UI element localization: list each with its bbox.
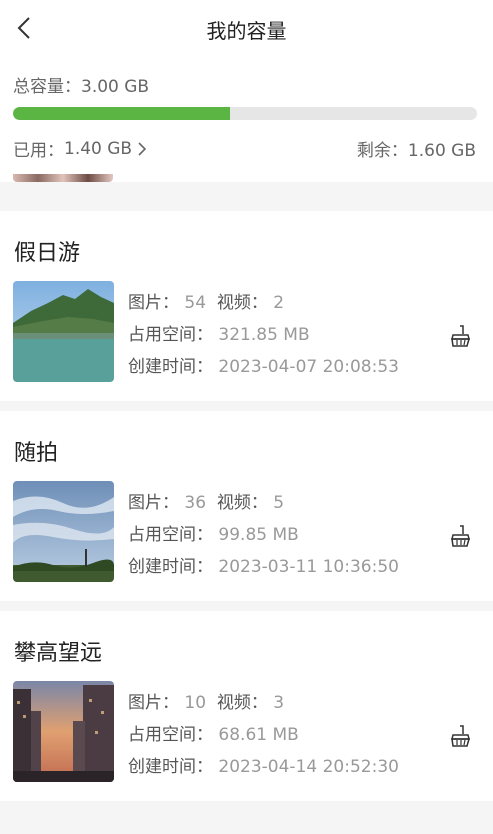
- album-created: 创建时间： 2023-03-11 10:36:50: [128, 552, 399, 577]
- space-value: 99.85 MB: [218, 525, 299, 545]
- album-thumbnail[interactable]: [13, 281, 114, 382]
- created-label: 创建时间：: [128, 557, 213, 577]
- album-card[interactable]: 攀高望远 图片： 10 视频： 3 占用空间： 68.61 MB 创建时间： 2…: [0, 611, 493, 801]
- broom-icon: [451, 725, 470, 747]
- album-space: 占用空间： 99.85 MB: [128, 520, 299, 545]
- album-title: 随拍: [14, 441, 59, 466]
- photos-label: 图片：: [128, 693, 179, 713]
- created-value: 2023-03-11 10:36:50: [218, 557, 399, 577]
- broom-icon: [451, 325, 470, 347]
- video-count: 5: [273, 493, 285, 513]
- album-title: 假日游: [14, 241, 81, 266]
- remaining-capacity-label: 剩余：: [356, 141, 408, 161]
- photos-label: 图片：: [128, 493, 179, 513]
- video-count: 3: [273, 693, 285, 713]
- chevron-right-icon: [138, 141, 147, 156]
- album-cover-image: [13, 481, 114, 582]
- album-cover-image: [13, 281, 114, 382]
- remaining-capacity-value: 1.60 GB: [407, 141, 476, 161]
- videos-label: 视频：: [216, 493, 268, 513]
- album-thumbnail[interactable]: [13, 481, 114, 582]
- album-created: 创建时间： 2023-04-14 20:52:30: [128, 752, 399, 777]
- album-counts: 图片： 54 视频： 2: [128, 288, 284, 313]
- created-value: 2023-04-07 20:08:53: [218, 357, 399, 377]
- photo-count: 10: [184, 693, 207, 713]
- album-card[interactable]: 随拍 图片： 36 视频： 5 占用空间： 99.85 MB 创建时间： 202…: [0, 411, 493, 601]
- space-value: 321.85 MB: [218, 325, 310, 345]
- album-thumbnail[interactable]: [13, 681, 114, 782]
- videos-label: 视频：: [216, 693, 268, 713]
- album-created: 创建时间： 2023-04-07 20:08:53: [128, 352, 399, 377]
- created-label: 创建时间：: [128, 757, 213, 777]
- space-label: 占用空间：: [128, 725, 213, 745]
- album-space: 占用空间： 321.85 MB: [128, 320, 310, 345]
- album-card[interactable]: 假日游 图片： 54 视频： 2 占用空间： 321.85 MB 创建时间： 2…: [0, 211, 493, 401]
- created-label: 创建时间：: [128, 357, 213, 377]
- used-capacity-value: 1.40 GB: [64, 138, 133, 159]
- remaining-capacity: 剩余：1.60 GB: [357, 136, 476, 161]
- clean-button[interactable]: [447, 323, 473, 349]
- space-label: 占用空间：: [128, 525, 213, 545]
- created-value: 2023-04-14 20:52:30: [218, 757, 399, 777]
- photo-count: 54: [184, 293, 207, 313]
- album-cover-image: [13, 681, 114, 782]
- top-bar: 我的容量: [0, 0, 493, 56]
- clean-button[interactable]: [447, 723, 473, 749]
- used-capacity-label: 已用：: [13, 141, 64, 161]
- page-title: 我的容量: [206, 19, 287, 43]
- album-thumbnail-peek: [13, 174, 113, 182]
- video-count: 2: [273, 293, 285, 313]
- total-capacity-value: 3.00 GB: [81, 77, 150, 97]
- album-counts: 图片： 10 视频： 3: [128, 688, 284, 713]
- videos-label: 视频：: [216, 293, 268, 313]
- total-capacity: 总容量：3.00 GB: [13, 72, 149, 97]
- photo-count: 36: [184, 493, 207, 513]
- album-title: 攀高望远: [14, 641, 103, 666]
- capacity-progress-bar: [13, 107, 477, 120]
- capacity-progress-fill: [13, 107, 230, 120]
- clean-button[interactable]: [447, 523, 473, 549]
- space-label: 占用空间：: [128, 325, 213, 345]
- space-value: 68.61 MB: [218, 725, 299, 745]
- album-counts: 图片： 36 视频： 5: [128, 488, 284, 513]
- photos-label: 图片：: [128, 293, 179, 313]
- total-capacity-label: 总容量：: [13, 77, 81, 97]
- album-space: 占用空间： 68.61 MB: [128, 720, 299, 745]
- storage-summary: 总容量：3.00 GB 已用： 1.40 GB 剩余：1.60 GB: [0, 56, 493, 182]
- used-capacity-link[interactable]: 已用： 1.40 GB: [13, 136, 148, 161]
- broom-icon: [451, 525, 470, 547]
